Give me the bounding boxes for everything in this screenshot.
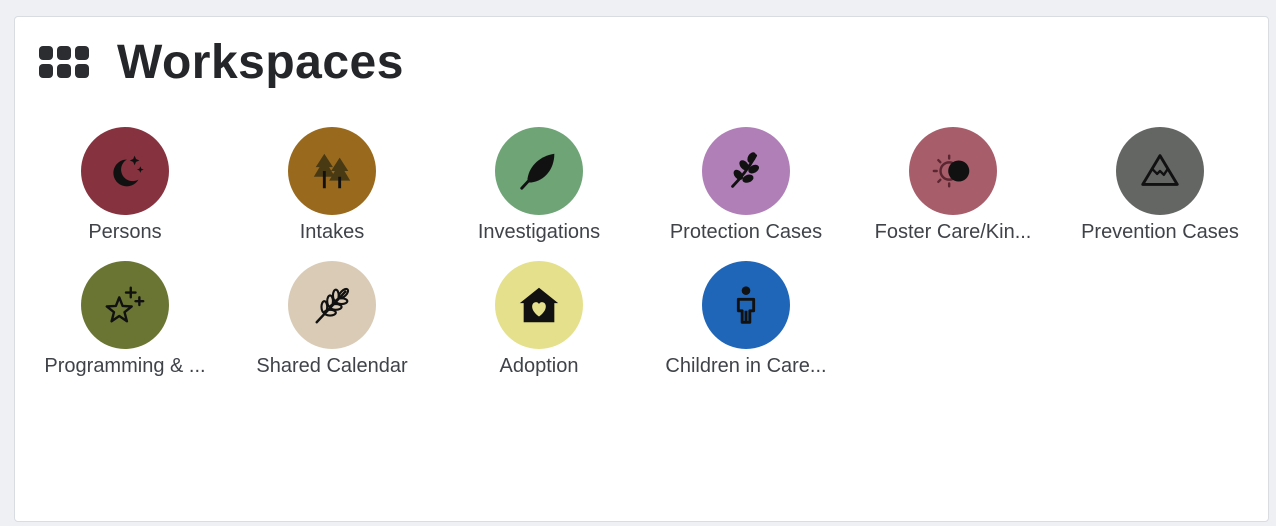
workspace-circle	[288, 261, 376, 349]
workspace-tile-shared-calendar[interactable]: Shared Calendar	[237, 261, 427, 378]
grid-icon	[39, 45, 89, 80]
workspace-tile-children-in-care[interactable]: Children in Care...	[651, 261, 841, 378]
workspace-tile-adoption[interactable]: Adoption	[444, 261, 634, 378]
page-title: Workspaces	[117, 36, 404, 89]
workspace-tile-prevention-cases[interactable]: Prevention Cases	[1065, 127, 1255, 244]
workspace-label: Persons	[88, 221, 162, 243]
moon-stars-icon	[113, 155, 144, 187]
wheat-icon	[315, 287, 350, 324]
workspace-label: Investigations	[477, 221, 601, 243]
workspace-circle	[702, 127, 790, 215]
workspace-circle	[495, 261, 583, 349]
workspace-tile-protection-cases[interactable]: Protection Cases	[651, 127, 841, 244]
workspace-circle	[1116, 127, 1204, 215]
eclipse-icon	[932, 154, 970, 188]
workspace-tile-intakes[interactable]: Intakes	[237, 127, 427, 244]
workspace-label: Adoption	[499, 355, 579, 377]
workspace-label: Shared Calendar	[256, 355, 408, 377]
card-header: Workspaces	[39, 35, 404, 90]
workspace-tile-persons[interactable]: Persons	[30, 127, 220, 244]
workspace-circle	[702, 261, 790, 349]
workspace-label: Prevention Cases	[1081, 221, 1239, 243]
child-icon	[736, 286, 756, 324]
workspace-label: Children in Care...	[665, 355, 827, 377]
mountain-icon	[1141, 154, 1179, 186]
trees-icon	[313, 153, 351, 189]
workspace-circle	[909, 127, 997, 215]
workspace-circle	[81, 127, 169, 215]
sparkle-star-icon	[105, 286, 145, 323]
workspace-label: Protection Cases	[669, 221, 823, 243]
sprig-icon	[731, 152, 760, 188]
workspace-tile-investigations[interactable]: Investigations	[444, 127, 634, 244]
feather-icon	[520, 153, 555, 190]
workspace-circle	[81, 261, 169, 349]
workspace-tile-programming[interactable]: Programming & ...	[30, 261, 220, 378]
workspace-circle	[288, 127, 376, 215]
workspaces-card: Workspaces Persons Intakes Investigation…	[14, 16, 1269, 522]
workspace-label: Intakes	[299, 221, 365, 243]
workspace-circle	[495, 127, 583, 215]
workspace-tile-foster-care[interactable]: Foster Care/Kin...	[858, 127, 1048, 244]
workspace-label: Programming & ...	[44, 355, 206, 377]
house-heart-icon	[519, 287, 559, 323]
workspace-label: Foster Care/Kin...	[874, 221, 1032, 243]
